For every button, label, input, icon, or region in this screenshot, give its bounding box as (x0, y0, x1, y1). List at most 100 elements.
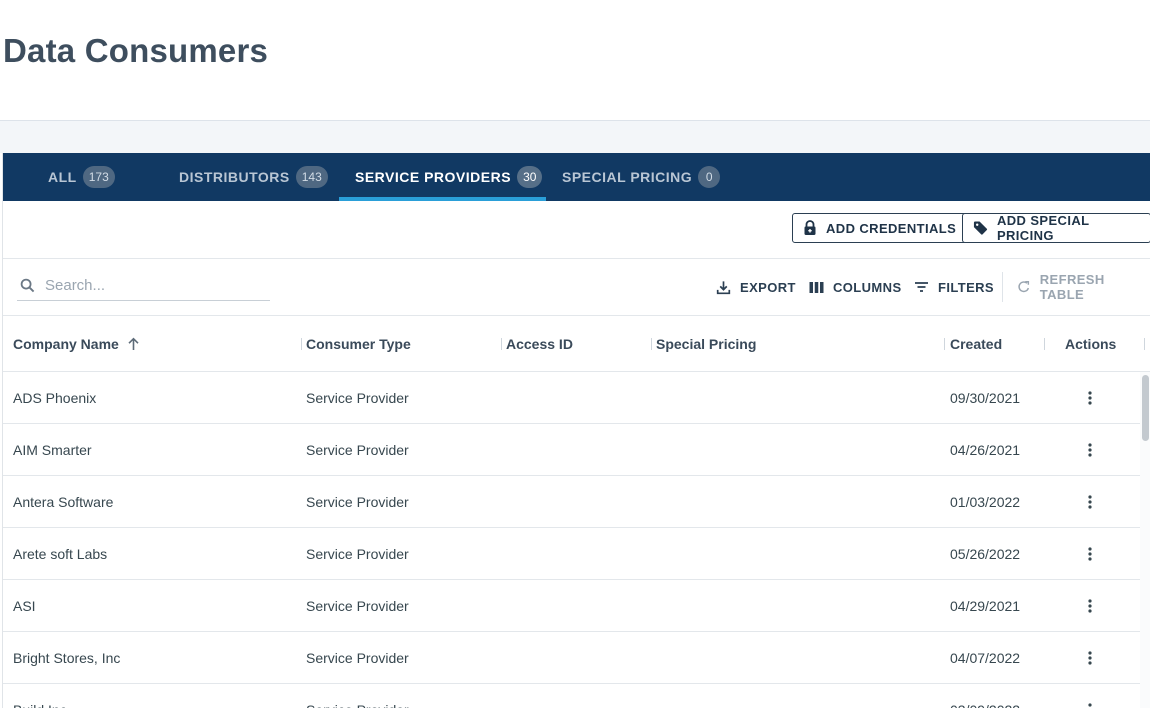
created-cell: 03/09/2022 (950, 684, 1020, 708)
column-header-actions: Actions (1065, 316, 1116, 372)
tab-count-badge: 0 (698, 166, 721, 188)
tab-label: SPECIAL PRICING (562, 169, 693, 185)
column-header-label: Access ID (506, 336, 573, 352)
table-row[interactable]: ADS Phoenix Service Provider 09/30/2021 (3, 372, 1140, 424)
more-vertical-icon (1088, 391, 1092, 405)
created-cell: 04/29/2021 (950, 598, 1021, 614)
tab-all[interactable]: ALL 173 (48, 153, 115, 201)
table-row[interactable]: Build Inc Service Provider 03/09/2022 (3, 684, 1140, 708)
data-consumers-card: ALL 173 DISTRIBUTORS 143 SERVICE PROVIDE… (2, 153, 1150, 708)
more-vertical-icon (1088, 599, 1092, 613)
action-row: ADD CREDENTIALS ADD SPECIAL PRICING (3, 201, 1150, 259)
columns-icon (809, 281, 824, 293)
row-actions-button[interactable] (1079, 424, 1101, 476)
tab-count-badge: 143 (295, 166, 328, 188)
tab-count-badge: 173 (82, 166, 115, 188)
column-header-label: Created (950, 336, 1003, 352)
table-row[interactable]: Bright Stores, Inc Service Provider 04/0… (3, 632, 1140, 684)
tab-label: SERVICE PROVIDERS (355, 169, 512, 185)
table-row[interactable]: Antera Software Service Provider 01/03/2… (3, 476, 1140, 528)
add-special-pricing-button[interactable]: ADD SPECIAL PRICING (962, 213, 1150, 243)
column-separator[interactable] (301, 338, 302, 350)
tab-service-providers[interactable]: SERVICE PROVIDERS 30 (355, 153, 543, 201)
column-header-label: Consumer Type (306, 336, 411, 352)
toolbar-divider (1002, 272, 1003, 302)
scrollbar-thumb[interactable] (1142, 375, 1149, 441)
created-cell: 09/30/2021 (950, 390, 1021, 406)
filters-label: FILTERS (938, 279, 994, 295)
export-button[interactable]: EXPORT (716, 275, 796, 299)
created-cell: 01/03/2022 (950, 494, 1021, 510)
company-name-cell: AIM Smarter (13, 442, 92, 458)
company-name-cell: Antera Software (13, 494, 114, 510)
company-name-cell: ADS Phoenix (13, 390, 97, 406)
company-name-cell: ASI (13, 598, 36, 614)
more-vertical-icon (1088, 495, 1092, 509)
arrow-up-icon[interactable] (127, 337, 140, 351)
tab-label: ALL (48, 169, 77, 185)
table-row[interactable]: Arete soft Labs Service Provider 05/26/2… (3, 528, 1140, 580)
row-actions-button[interactable] (1079, 684, 1101, 708)
consumer-type-cell: Service Provider (306, 546, 409, 562)
company-name-cell: Arete soft Labs (13, 546, 108, 562)
add-credentials-button[interactable]: ADD CREDENTIALS (792, 213, 968, 243)
created-cell: 04/07/2022 (950, 650, 1021, 666)
more-vertical-icon (1088, 651, 1092, 665)
more-vertical-icon (1088, 443, 1092, 457)
column-header-consumer-type[interactable]: Consumer Type (306, 316, 411, 372)
column-separator[interactable] (651, 338, 652, 350)
tag-icon (973, 221, 988, 235)
table-row[interactable]: AIM Smarter Service Provider 04/26/2021 (3, 424, 1140, 476)
add-credentials-label: ADD CREDENTIALS (826, 220, 957, 236)
tab-special-pricing[interactable]: SPECIAL PRICING 0 (562, 153, 721, 201)
search-icon (20, 278, 35, 293)
tab-distributors[interactable]: DISTRIBUTORS 143 (179, 153, 328, 201)
filter-icon (915, 282, 928, 292)
search-input[interactable] (45, 277, 255, 294)
row-actions-button[interactable] (1079, 528, 1101, 580)
row-actions-button[interactable] (1079, 632, 1101, 684)
lock-icon (804, 220, 816, 235)
column-separator[interactable] (944, 338, 945, 350)
row-actions-button[interactable] (1079, 372, 1101, 424)
consumer-type-cell: Service Provider (306, 494, 409, 510)
column-header-label: Company Name (13, 336, 119, 352)
tab-count-badge: 30 (517, 166, 543, 188)
company-name-cell: Bright Stores, Inc (13, 650, 121, 666)
export-label: EXPORT (740, 279, 796, 295)
more-vertical-icon (1088, 547, 1092, 561)
column-header-access-id[interactable]: Access ID (506, 316, 573, 372)
search-field (17, 271, 270, 301)
columns-button[interactable]: COLUMNS (809, 275, 902, 299)
grid-toolbar: EXPORT COLUMNS FILTERS REFRESH TABLE (3, 259, 1150, 316)
add-special-pricing-label: ADD SPECIAL PRICING (996, 213, 1090, 243)
column-separator[interactable] (501, 338, 502, 350)
row-actions-button[interactable] (1079, 476, 1101, 528)
page-header: Data Consumers (0, 0, 1150, 121)
created-cell: 04/26/2021 (950, 442, 1021, 458)
columns-label: COLUMNS (833, 279, 902, 295)
consumer-type-cell: Service Provider (306, 650, 409, 666)
column-header-special-pricing[interactable]: Special Pricing (656, 316, 756, 372)
tab-label: DISTRIBUTORS (179, 169, 290, 185)
refresh-table-button[interactable]: REFRESH TABLE (1017, 272, 1150, 302)
column-header-created[interactable]: Created (950, 316, 1002, 372)
row-actions-button[interactable] (1079, 580, 1101, 632)
consumer-type-cell: Service Provider (306, 442, 409, 458)
table-row[interactable]: ASI Service Provider 04/29/2021 (3, 580, 1140, 632)
created-cell: 05/26/2022 (950, 546, 1021, 562)
column-header-label: Actions (1065, 336, 1117, 352)
column-separator[interactable] (1044, 338, 1045, 350)
filters-button[interactable]: FILTERS (914, 275, 994, 299)
download-icon (716, 280, 731, 294)
refresh-table-label: REFRESH TABLE (1039, 272, 1105, 302)
column-header-label: Special Pricing (656, 336, 757, 352)
company-name-cell: Build Inc (13, 684, 67, 708)
tab-bar: ALL 173 DISTRIBUTORS 143 SERVICE PROVIDE… (3, 153, 1150, 201)
table-scrollbar[interactable] (1140, 372, 1150, 708)
page-title: Data Consumers (3, 32, 269, 69)
column-header-company-name[interactable]: Company Name (13, 316, 140, 372)
refresh-icon (1018, 280, 1030, 293)
consumer-type-cell: Service Provider (306, 598, 409, 614)
consumer-type-cell: Service Provider (306, 684, 409, 708)
